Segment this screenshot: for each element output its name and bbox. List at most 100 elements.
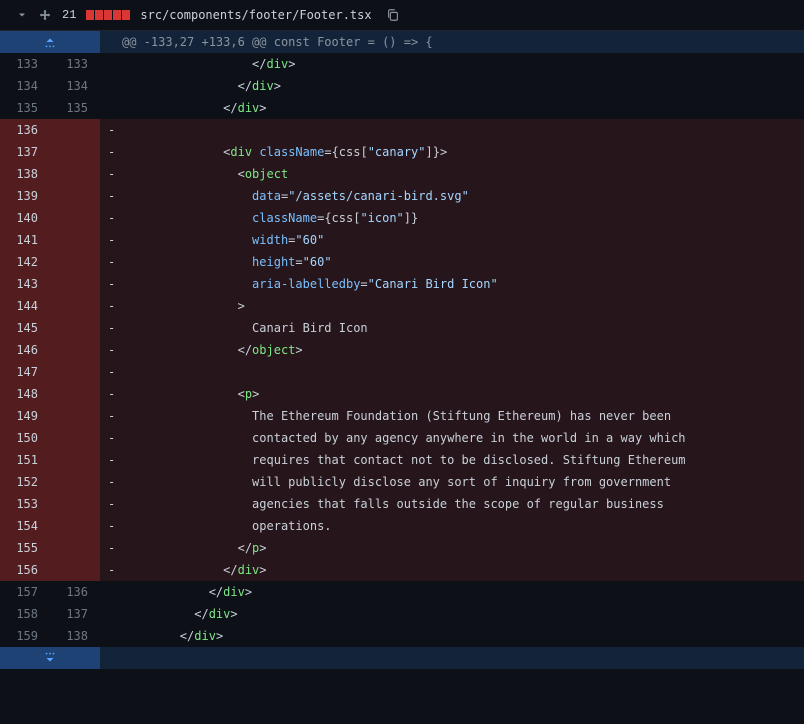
new-line-number[interactable] [50,515,100,537]
old-line-number[interactable]: 147 [0,361,50,383]
new-line-number[interactable] [50,361,100,383]
diff-sign: - [100,295,122,317]
expand-up-icon[interactable] [0,31,100,53]
new-line-number[interactable] [50,251,100,273]
new-line-number[interactable] [50,339,100,361]
diff-sign: - [100,405,122,427]
new-line-number[interactable] [50,405,100,427]
code-content: agencies that falls outside the scope of… [122,493,804,515]
change-count: 21 [62,8,76,22]
diff-line: 158137 </div> [0,603,804,625]
new-line-number[interactable] [50,317,100,339]
copy-icon[interactable] [386,8,400,22]
diff-sign: - [100,449,122,471]
diff-sign: - [100,537,122,559]
new-line-number[interactable]: 137 [50,603,100,625]
diff-line: 150- contacted by any agency anywhere in… [0,427,804,449]
diff-sign [100,75,122,97]
diff-line: 147 - [0,361,804,383]
old-line-number[interactable]: 137 [0,141,50,163]
diff-line: 146- </object> [0,339,804,361]
code-content: </object> [122,339,804,361]
diff-sign [100,625,122,647]
new-line-number[interactable]: 136 [50,581,100,603]
old-line-number[interactable]: 153 [0,493,50,515]
old-line-number[interactable]: 140 [0,207,50,229]
new-line-number[interactable] [50,207,100,229]
diff-sign [100,603,122,625]
diff-line: 155- </p> [0,537,804,559]
diff-line: 136- [0,119,804,141]
diff-line: 149- The Ethereum Foundation (Stiftung E… [0,405,804,427]
diff-line: 145- Canari Bird Icon [0,317,804,339]
diff-sign [100,581,122,603]
new-line-number[interactable]: 133 [50,53,100,75]
old-line-number[interactable]: 157 [0,581,50,603]
old-line-number[interactable]: 136 [0,119,50,141]
diff-line: 156- </div> [0,559,804,581]
old-line-number[interactable]: 133 [0,53,50,75]
diff-sign: - [100,163,122,185]
diff-line: 144- > [0,295,804,317]
old-line-number[interactable]: 158 [0,603,50,625]
diff-line: 143- aria-labelledby="Canari Bird Icon" [0,273,804,295]
diff-sign: - [100,317,122,339]
new-line-number[interactable] [50,427,100,449]
old-line-number[interactable]: 148 [0,383,50,405]
old-line-number[interactable]: 135 [0,97,50,119]
old-line-number[interactable]: 154 [0,515,50,537]
old-line-number[interactable]: 159 [0,625,50,647]
old-line-number[interactable]: 145 [0,317,50,339]
diff-sign: - [100,361,122,383]
old-line-number[interactable]: 151 [0,449,50,471]
old-line-number[interactable]: 142 [0,251,50,273]
old-line-number[interactable]: 144 [0,295,50,317]
file-path[interactable]: src/components/footer/Footer.tsx [140,8,371,22]
code-content: <div className={css["canary"]}> [122,141,804,163]
diff-sign: - [100,427,122,449]
old-line-number[interactable]: 138 [0,163,50,185]
old-line-number[interactable]: 134 [0,75,50,97]
hunk-header: @@ -133,27 +133,6 @@ const Footer = () =… [0,31,804,53]
old-line-number[interactable]: 141 [0,229,50,251]
code-content: operations. [122,515,804,537]
old-line-number[interactable]: 149 [0,405,50,427]
file-header: 21 src/components/footer/Footer.tsx [0,0,804,31]
expand-icon[interactable] [38,8,52,22]
new-line-number[interactable] [50,229,100,251]
diff-panel: 21 src/components/footer/Footer.tsx @@ -… [0,0,804,669]
code-content: </div> [122,559,804,581]
new-line-number[interactable] [50,449,100,471]
diff-line: 148- <p> [0,383,804,405]
new-line-number[interactable]: 135 [50,97,100,119]
new-line-number[interactable] [50,119,100,141]
new-line-number[interactable] [50,493,100,515]
diff-line: 135135 </div> [0,97,804,119]
old-line-number[interactable]: 146 [0,339,50,361]
old-line-number[interactable]: 150 [0,427,50,449]
diff-line: 142- height="60" [0,251,804,273]
diff-sign: - [100,273,122,295]
old-line-number[interactable]: 143 [0,273,50,295]
new-line-number[interactable]: 134 [50,75,100,97]
new-line-number[interactable] [50,141,100,163]
old-line-number[interactable]: 155 [0,537,50,559]
expand-down-icon[interactable] [0,647,100,669]
new-line-number[interactable] [50,471,100,493]
new-line-number[interactable] [50,559,100,581]
old-line-number[interactable]: 152 [0,471,50,493]
new-line-number[interactable] [50,273,100,295]
new-line-number[interactable]: 138 [50,625,100,647]
new-line-number[interactable] [50,185,100,207]
new-line-number[interactable] [50,383,100,405]
old-line-number[interactable]: 139 [0,185,50,207]
diff-sign: - [100,493,122,515]
new-line-number[interactable] [50,163,100,185]
chevron-down-icon[interactable] [16,9,28,21]
new-line-number[interactable] [50,295,100,317]
diff-line: 140- className={css["icon"]} [0,207,804,229]
new-line-number[interactable] [50,537,100,559]
old-line-number[interactable]: 156 [0,559,50,581]
diff-line: 141- width="60" [0,229,804,251]
code-content [122,361,804,383]
